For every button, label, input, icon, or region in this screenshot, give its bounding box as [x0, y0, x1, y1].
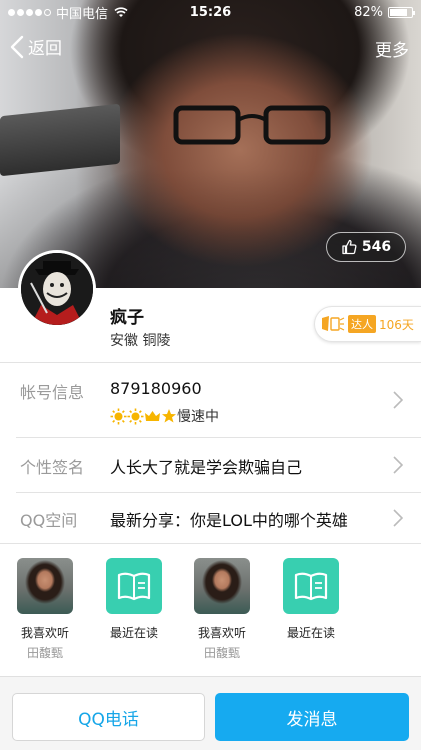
chevron-left-icon: [10, 35, 24, 58]
like-count: 546: [361, 239, 392, 255]
account-label: 帐号信息: [20, 383, 85, 402]
talent-days: 106天: [379, 317, 414, 332]
status-bar: 中国电信 15:26 82%: [0, 0, 421, 24]
avatar[interactable]: [18, 250, 96, 328]
singer-photo: [17, 558, 73, 614]
like-button[interactable]: 546: [326, 232, 406, 262]
talent-icon: [322, 316, 345, 331]
speed-text: 慢速中: [177, 409, 219, 425]
location: 安徽 铜陵: [110, 333, 171, 349]
talent-tag: 达人: [348, 315, 376, 333]
qq-number: 879180960: [110, 379, 202, 398]
singer-photo: [194, 558, 250, 614]
favorite-music-tile[interactable]: 我喜欢听 田馥甄: [7, 558, 83, 661]
talent-badge[interactable]: 达人 106天: [314, 306, 421, 342]
qq-call-button[interactable]: QQ电话: [12, 693, 205, 741]
tile-subtitle: 田馥甄: [203, 646, 240, 660]
qzone-latest-share: 最新分享：你是LOL中的哪个英雄: [110, 511, 348, 530]
battery-icon: [388, 6, 415, 18]
back-label: 返回: [28, 39, 62, 59]
qq-level: 慢速中: [110, 406, 219, 426]
signature-row[interactable]: 个性签名 人长大了就是学会欺骗自己: [0, 438, 421, 492]
tile-caption: 我喜欢听: [20, 626, 69, 640]
book-icon: [106, 558, 162, 614]
tile-caption: 我喜欢听: [197, 626, 246, 640]
glasses-shape: [173, 105, 331, 145]
bottom-action-bar: QQ电话 发消息: [0, 676, 421, 750]
recent-reading-tile[interactable]: 最近在读: [273, 558, 349, 641]
tile-caption: 最近在读: [286, 626, 335, 640]
signature-text: 人长大了就是学会欺骗自己: [110, 458, 303, 477]
chevron-right-icon: [393, 391, 403, 409]
background-keyboard: [0, 103, 120, 177]
recent-reading-tile[interactable]: 最近在读: [96, 558, 172, 641]
crown-icon: [145, 410, 160, 421]
qzone-label: QQ空间: [20, 511, 78, 530]
mask-avatar-image: [21, 253, 93, 325]
tile-caption: 最近在读: [109, 626, 158, 640]
star-icon: [162, 409, 176, 423]
more-button[interactable]: 更多: [375, 36, 409, 61]
signature-label: 个性签名: [20, 458, 85, 477]
favorite-music-tile[interactable]: 我喜欢听 田馥甄: [184, 558, 260, 661]
nickname: 疯子: [110, 308, 144, 328]
send-message-button[interactable]: 发消息: [215, 693, 409, 741]
chevron-right-icon: [393, 509, 403, 527]
clock: 15:26: [189, 4, 232, 20]
back-button[interactable]: 返回: [10, 34, 62, 59]
thumbs-up-icon: [342, 239, 357, 255]
sun-icon: [110, 408, 127, 424]
chevron-right-icon: [393, 456, 403, 474]
navigation-bar: 返回 更多: [0, 30, 421, 66]
book-icon: [283, 558, 339, 614]
qzone-row[interactable]: QQ空间 最新分享：你是LOL中的哪个英雄: [0, 493, 421, 543]
sun-icon: [127, 408, 144, 424]
tile-subtitle: 田馥甄: [26, 646, 63, 660]
